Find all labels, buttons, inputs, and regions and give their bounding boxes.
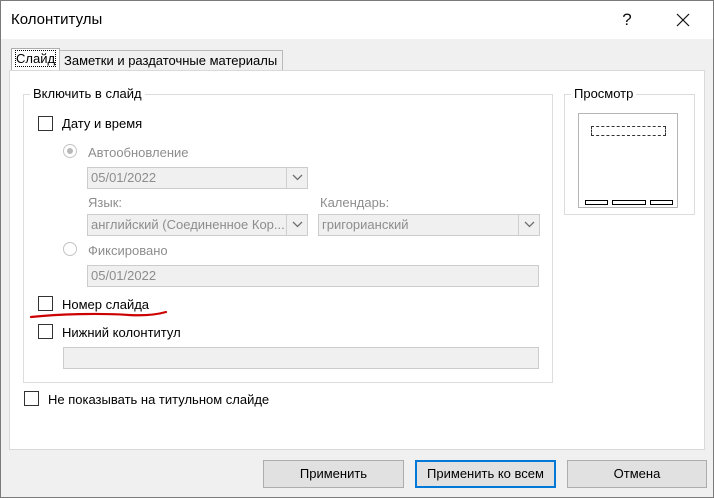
calendar-combo[interactable]: григорианский: [318, 214, 540, 236]
preview-number-placeholder: [650, 200, 673, 205]
close-button[interactable]: [665, 7, 701, 33]
cancel-button[interactable]: Отмена: [567, 460, 707, 488]
preview-date-placeholder: [585, 200, 608, 205]
help-button[interactable]: ?: [613, 7, 641, 33]
dont-show-title-checkbox[interactable]: [24, 391, 39, 406]
chevron-down-icon: [292, 221, 303, 228]
calendar-dropdown[interactable]: [518, 215, 539, 235]
date-time-checkbox[interactable]: [38, 116, 53, 131]
window-title: Колонтитулы: [11, 11, 103, 28]
auto-update-date-dropdown[interactable]: [286, 168, 307, 188]
tab-slide[interactable]: Слайд: [11, 48, 61, 71]
date-time-label[interactable]: Дату и время: [62, 116, 142, 131]
include-group-label: Включить в слайд: [30, 86, 145, 101]
chevron-down-icon: [524, 221, 535, 228]
tab-notes-handouts[interactable]: Заметки и раздаточные материалы: [59, 50, 283, 71]
footer-label[interactable]: Нижний колонтитул: [62, 325, 181, 340]
apply-all-button[interactable]: Применить ко всем: [415, 460, 556, 488]
dont-show-title-label[interactable]: Не показывать на титульном слайде: [48, 392, 269, 407]
footer-text-field[interactable]: [63, 347, 539, 369]
header-footer-dialog: Колонтитулы ? Слайд Заметки и раздаточны…: [0, 0, 714, 498]
annotation-underline: [29, 310, 168, 319]
auto-update-radio[interactable]: [63, 144, 77, 158]
apply-button[interactable]: Применить: [263, 460, 404, 488]
language-dropdown[interactable]: [286, 215, 307, 235]
auto-update-date-combo[interactable]: 05/01/2022: [87, 167, 308, 189]
slide-preview: [578, 113, 678, 208]
language-value: английский (Соединенное Кор...: [91, 217, 285, 232]
tab-slide-label: Слайд: [14, 50, 57, 67]
language-label: Язык:: [88, 195, 122, 210]
language-combo[interactable]: английский (Соединенное Кор...: [87, 214, 308, 236]
preview-label: Просмотр: [571, 86, 637, 101]
tab-notes-label: Заметки и раздаточные материалы: [64, 53, 278, 68]
fixed-label: Фиксировано: [88, 243, 168, 258]
title-bar: Колонтитулы ?: [1, 1, 713, 39]
calendar-label: Календарь:: [320, 195, 390, 210]
chevron-down-icon: [292, 174, 303, 181]
fixed-radio[interactable]: [63, 242, 77, 256]
auto-update-date-value: 05/01/2022: [91, 170, 157, 185]
fixed-date-value: 05/01/2022: [91, 268, 157, 283]
auto-update-label: Автообновление: [88, 145, 189, 160]
calendar-value: григорианский: [322, 217, 409, 232]
date-time-label-rest: ату и время: [70, 116, 143, 131]
footer-checkbox[interactable]: [38, 324, 53, 339]
preview-footer-placeholder: [612, 200, 646, 205]
preview-title-placeholder: [591, 126, 666, 136]
fixed-date-field[interactable]: 05/01/2022: [87, 265, 539, 287]
close-icon: [676, 13, 690, 27]
